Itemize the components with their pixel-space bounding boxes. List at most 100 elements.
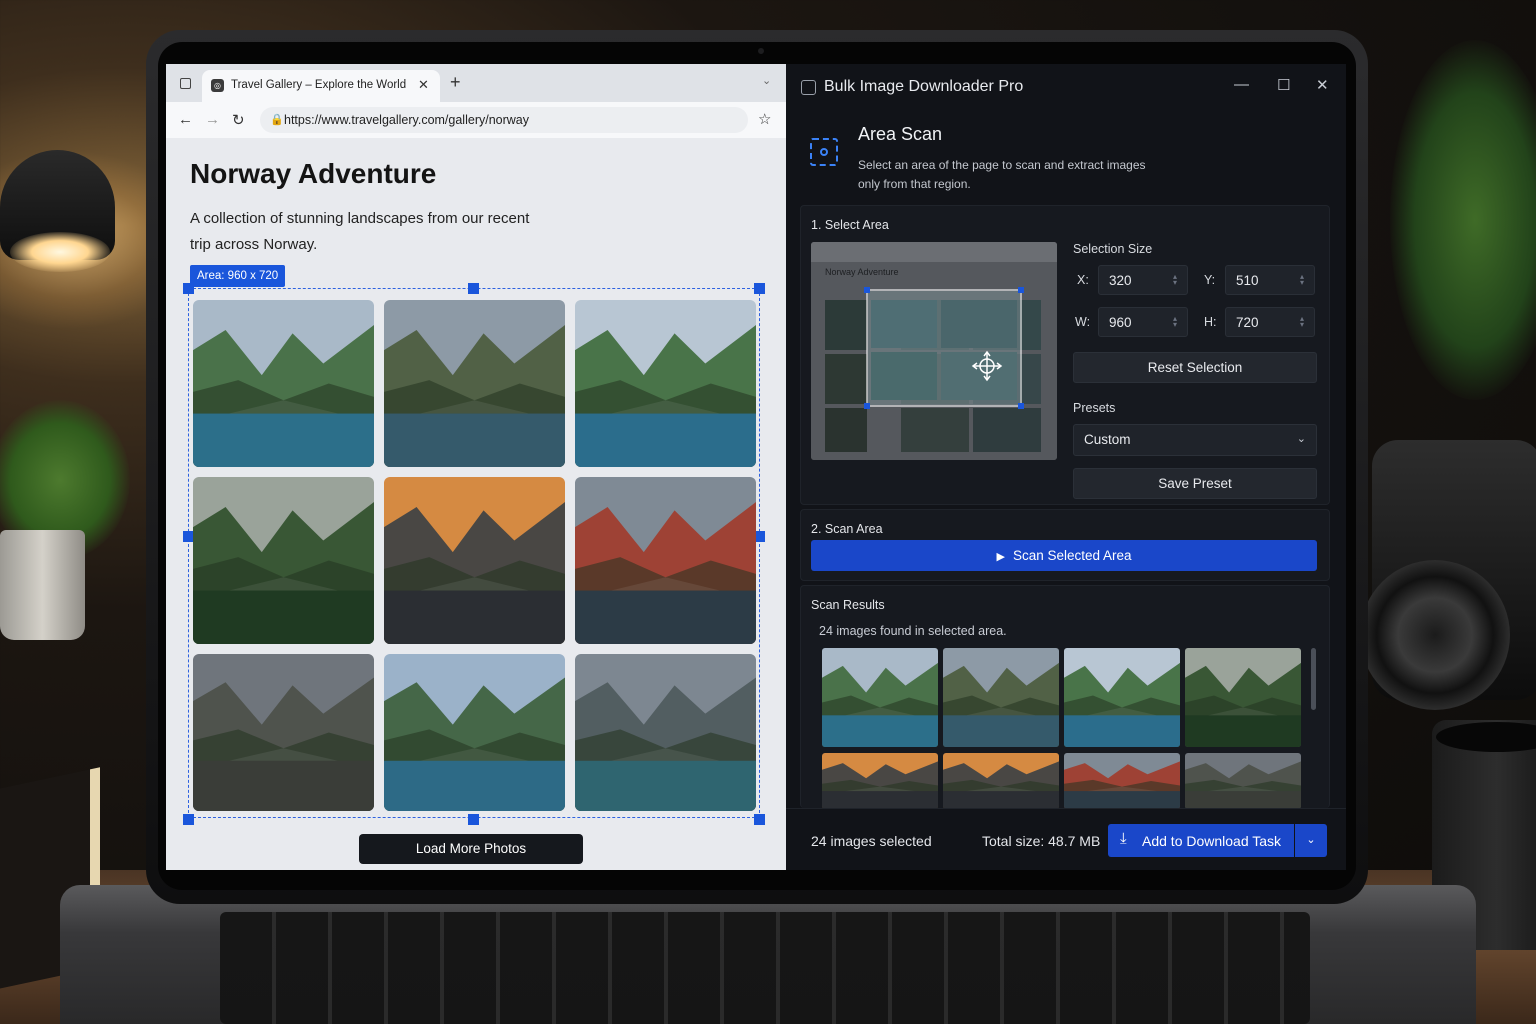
window-icon[interactable] <box>180 78 191 89</box>
stepper-icon[interactable]: ▴ ▾ <box>1173 273 1177 287</box>
scan-area-card: 2. Scan Area ▶ Scan Selected Area <box>800 509 1330 581</box>
bookmark-star-icon[interactable]: ☆ <box>758 110 771 128</box>
minimize-icon[interactable]: — <box>1234 76 1249 93</box>
browser-tab[interactable]: ◎ Travel Gallery – Explore the World ✕ <box>202 70 440 102</box>
chevron-down-icon: ⌄ <box>1296 433 1306 445</box>
section-title: Area Scan <box>858 124 943 144</box>
gallery-photo[interactable] <box>384 300 565 467</box>
h-input[interactable]: 720 ▴ ▾ <box>1225 307 1315 337</box>
selection-handle-bl[interactable] <box>183 814 194 825</box>
w-input[interactable]: 960 ▴ ▾ <box>1098 307 1188 337</box>
result-thumbnail[interactable] <box>943 753 1059 809</box>
selection-handle-tl[interactable] <box>183 283 194 294</box>
app-logo-icon <box>801 80 816 95</box>
y-input[interactable]: 510 ▴ ▾ <box>1225 265 1315 295</box>
photo-grid <box>193 300 756 812</box>
select-area-label: 1. Select Area <box>811 218 889 232</box>
add-to-download-task-button[interactable]: ⤓ Add to Download Task <box>1108 824 1294 857</box>
maximize-icon[interactable]: ☐ <box>1277 76 1290 94</box>
reload-icon[interactable]: ↻ <box>232 111 245 129</box>
save-preset-button[interactable]: Save Preset <box>1073 468 1317 499</box>
download-options-chevron-icon[interactable]: ⌄ <box>1295 824 1327 857</box>
stepper-icon[interactable]: ▴ ▾ <box>1300 315 1304 329</box>
area-size-tag: Area: 960 x 720 <box>190 265 286 287</box>
y-value: 510 <box>1236 273 1259 288</box>
result-thumbnail[interactable] <box>822 648 938 747</box>
download-button-label: Add to Download Task <box>1142 833 1282 849</box>
gallery-photo[interactable] <box>575 477 756 644</box>
h-label: H: <box>1204 315 1217 329</box>
reset-selection-button[interactable]: Reset Selection <box>1073 352 1317 383</box>
gallery-photo[interactable] <box>384 477 565 644</box>
y-label: Y: <box>1204 273 1216 287</box>
gallery-photo[interactable] <box>193 477 374 644</box>
app-title-bar: Bulk Image Downloader Pro — ☐ ✕ <box>786 64 1346 110</box>
results-count: 24 images found in selected area. <box>819 624 1007 638</box>
selection-handle-b[interactable] <box>468 814 479 825</box>
w-label: W: <box>1075 315 1091 329</box>
gallery-photo[interactable] <box>575 654 756 811</box>
browser-window: ◎ Travel Gallery – Explore the World ✕ +… <box>166 64 786 870</box>
preview-graphic: Norway Adventure <box>811 242 1057 460</box>
url-text[interactable]: https://www.travelgallery.com/gallery/no… <box>284 113 529 127</box>
web-page: Norway Adventure A collection of stunnin… <box>166 138 786 870</box>
scan-area-label: 2. Scan Area <box>811 522 883 536</box>
presets-select[interactable]: Custom ⌄ <box>1073 424 1317 456</box>
x-value: 320 <box>1109 273 1132 288</box>
tab-bar: ◎ Travel Gallery – Explore the World ✕ +… <box>166 64 786 102</box>
tab-title: Travel Gallery – Explore the World <box>231 79 407 91</box>
address-bar[interactable]: 🔒 https://www.travelgallery.com/gallery/… <box>260 107 748 133</box>
app-title: Bulk Image Downloader Pro <box>824 78 1024 95</box>
scan-button-label: Scan Selected Area <box>1012 548 1132 563</box>
tab-close-icon[interactable]: ✕ <box>418 77 429 93</box>
download-icon: ⤓ <box>1120 830 1127 847</box>
gallery-photo[interactable] <box>193 654 374 811</box>
select-area-card: 1. Select Area Norway Adventure Selectio… <box>800 205 1330 505</box>
keyboard <box>220 912 1310 1024</box>
plant-pot <box>0 530 85 640</box>
result-thumbnail[interactable] <box>1185 648 1301 747</box>
plant-right <box>1390 40 1536 400</box>
page-title: Norway Adventure <box>190 158 437 189</box>
gallery-photo[interactable] <box>384 654 565 811</box>
scan-results-label: Scan Results <box>811 598 885 612</box>
page-description: A collection of stunning landscapes from… <box>190 210 530 253</box>
preset-value: Custom <box>1084 432 1131 447</box>
x-label: X: <box>1077 273 1089 287</box>
forward-icon[interactable]: → <box>205 111 220 128</box>
selected-count: 24 images selected <box>811 833 932 849</box>
selection-handle-br[interactable] <box>754 814 765 825</box>
selection-handle-t[interactable] <box>468 283 479 294</box>
result-thumbnail[interactable] <box>943 648 1059 747</box>
results-scrollbar[interactable] <box>1311 648 1316 710</box>
load-more-button[interactable]: Load More Photos <box>359 834 583 864</box>
new-tab-icon[interactable]: + <box>450 72 461 93</box>
play-icon: ▶ <box>996 551 1005 563</box>
w-value: 960 <box>1109 315 1132 330</box>
area-scan-icon <box>810 138 838 166</box>
gallery-photo[interactable] <box>193 300 374 467</box>
result-thumbnail[interactable] <box>822 753 938 809</box>
gallery-photo[interactable] <box>575 300 756 467</box>
x-input[interactable]: 320 ▴ ▾ <box>1098 265 1188 295</box>
downloader-panel: Bulk Image Downloader Pro — ☐ ✕ Area Sca… <box>786 64 1346 870</box>
stepper-icon[interactable]: ▴ ▾ <box>1300 273 1304 287</box>
screen: ◎ Travel Gallery – Explore the World ✕ +… <box>166 64 1346 870</box>
favicon-icon: ◎ <box>211 79 224 92</box>
back-icon[interactable]: ← <box>178 111 193 128</box>
selection-handle-tr[interactable] <box>754 283 765 294</box>
total-size: Total size: 48.7 MB <box>982 833 1101 849</box>
lamp-bulb <box>10 232 110 272</box>
result-thumbnail[interactable] <box>1064 648 1180 747</box>
section-description: Select an area of the page to scan and e… <box>858 158 1146 191</box>
stepper-icon[interactable]: ▴ ▾ <box>1173 315 1177 329</box>
close-icon[interactable]: ✕ <box>1316 76 1329 94</box>
nav-bar: ← → ↻ 🔒 https://www.travelgallery.com/ga… <box>166 102 786 138</box>
tab-menu-icon[interactable]: ⌄ <box>762 74 771 87</box>
result-thumbnail[interactable] <box>1185 753 1301 809</box>
h-value: 720 <box>1236 315 1259 330</box>
result-thumbnail[interactable] <box>1064 753 1180 809</box>
scan-results-card: Scan Results 24 images found in selected… <box>800 585 1330 809</box>
scan-selected-area-button[interactable]: ▶ Scan Selected Area <box>811 540 1317 571</box>
selection-preview[interactable]: Norway Adventure <box>811 242 1057 460</box>
